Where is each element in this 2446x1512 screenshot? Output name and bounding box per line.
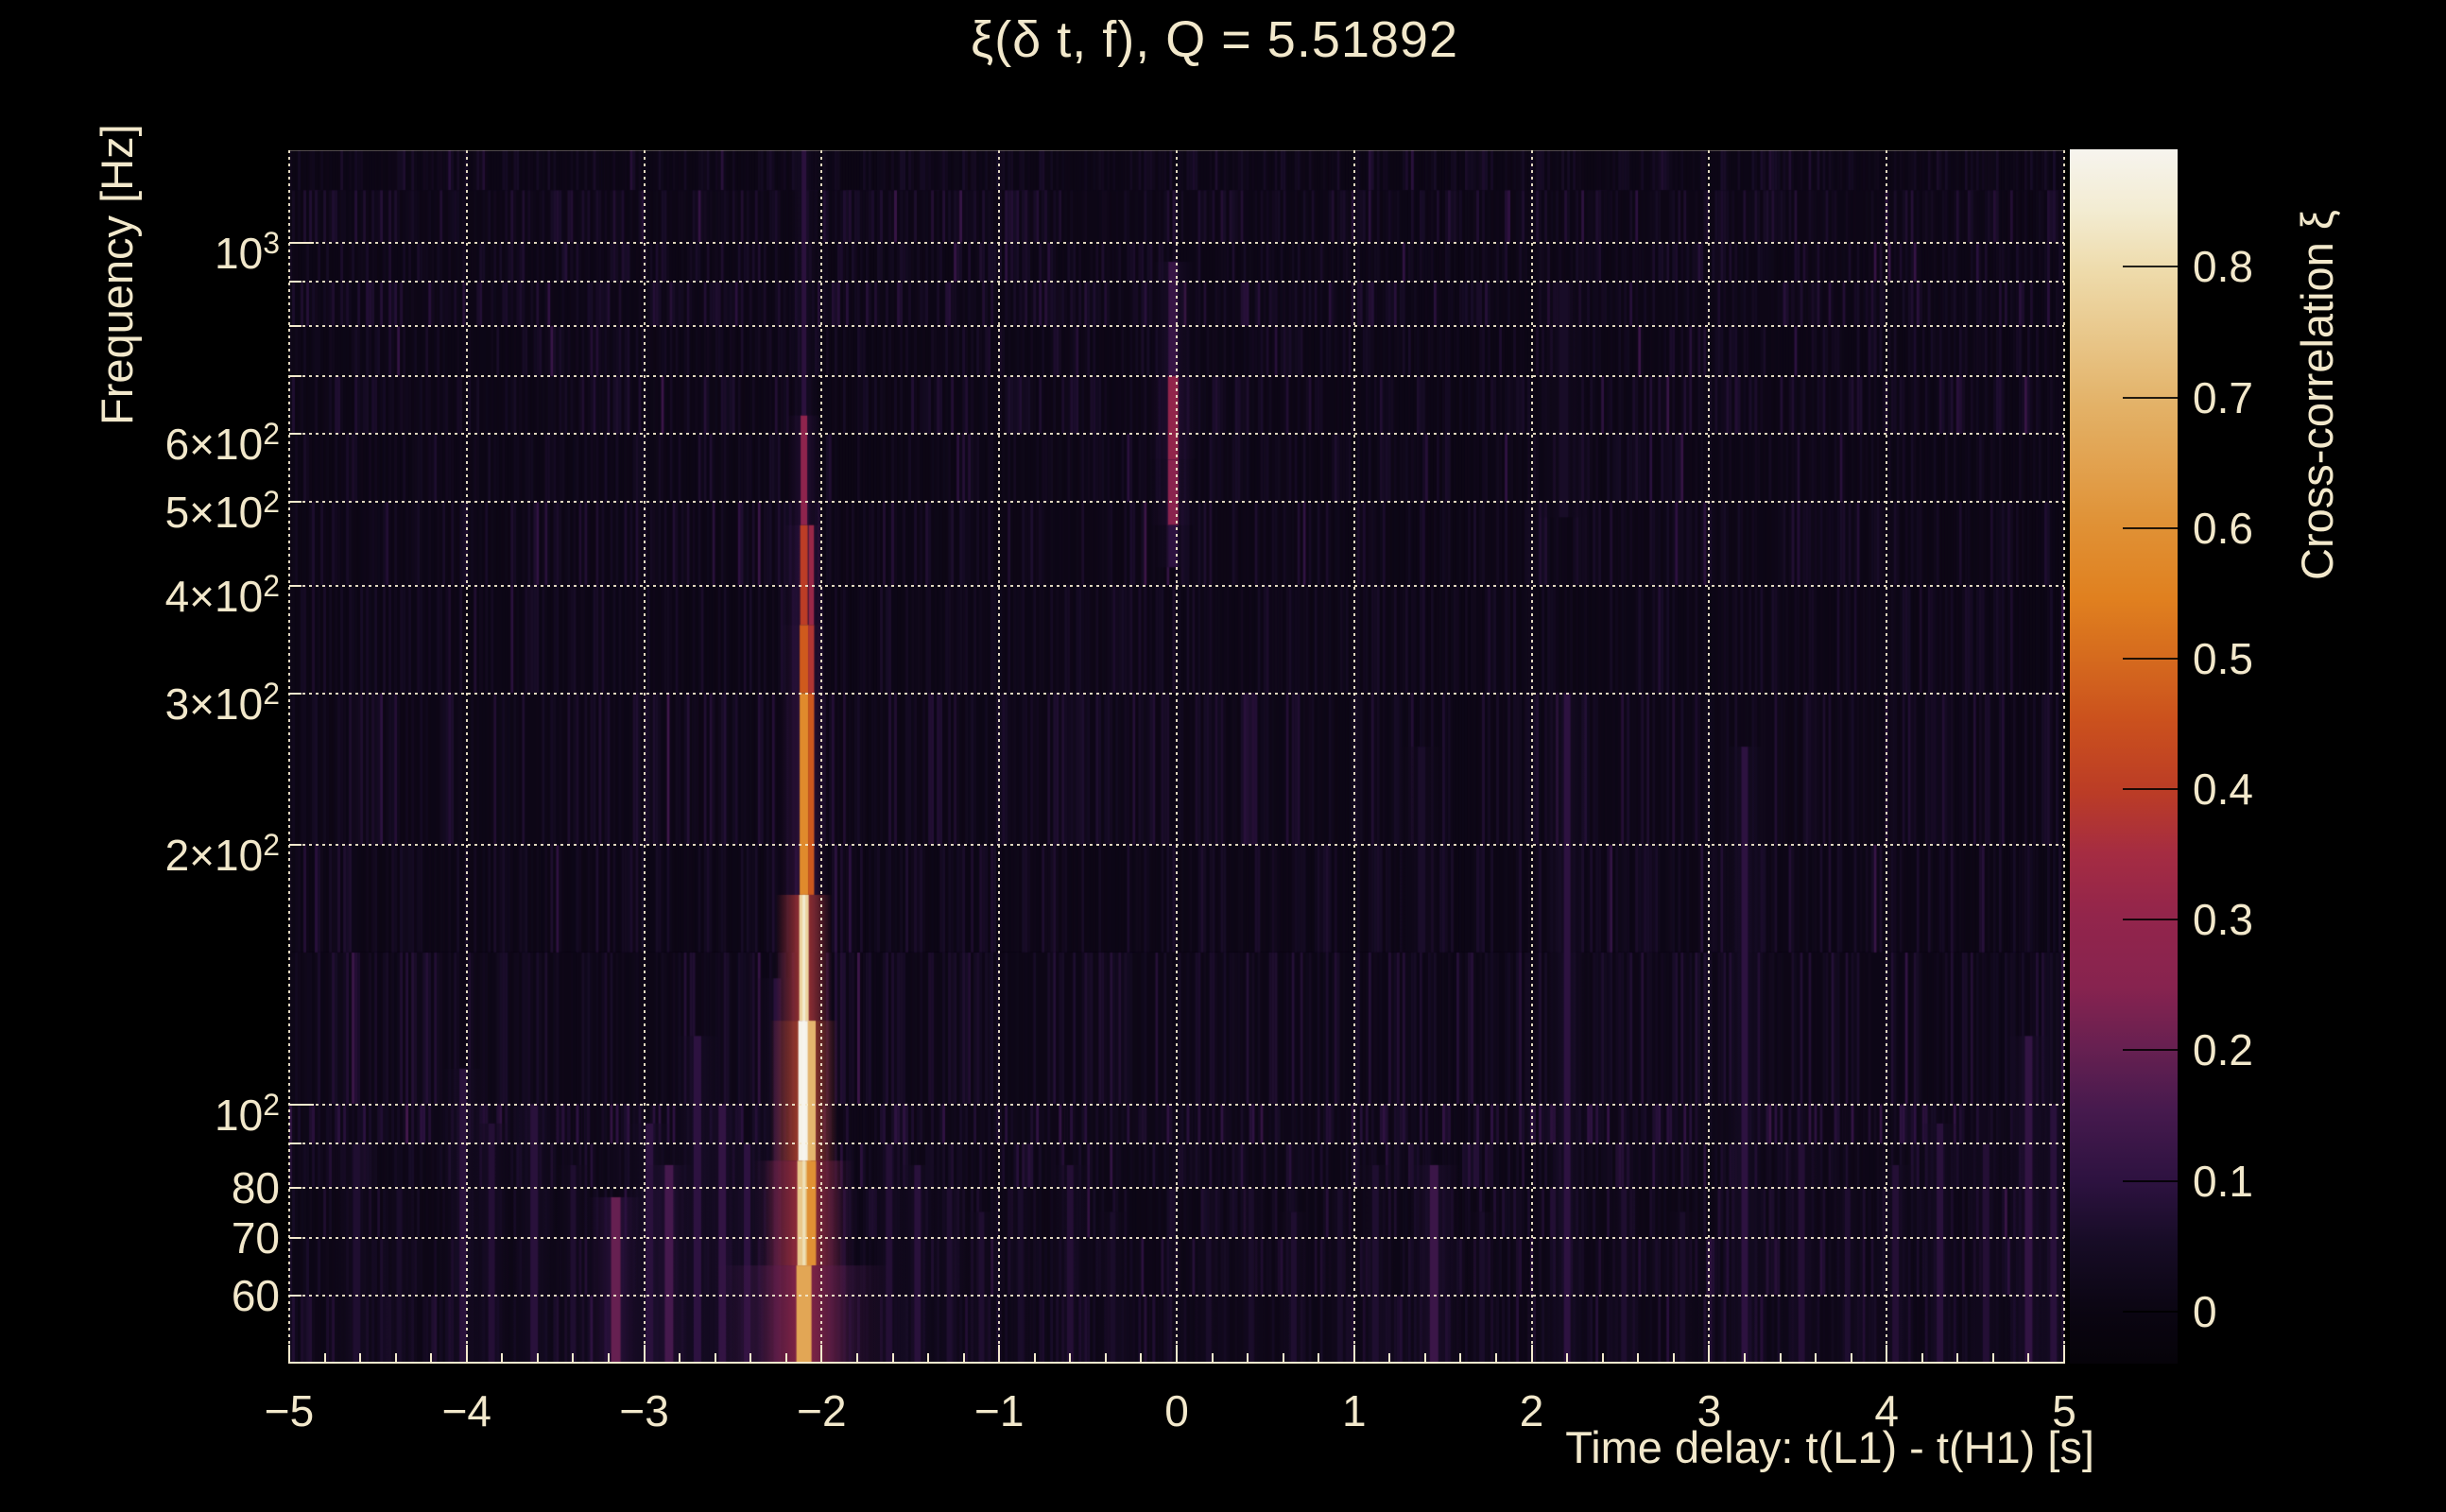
y-tick-label: 5×102: [164, 485, 280, 538]
y-tick-label: 2×102: [164, 828, 280, 881]
y-tick-label: 3×102: [164, 676, 280, 729]
colorbar-tick: [2123, 526, 2178, 529]
y-tick-label: 6×102: [164, 417, 280, 470]
y-tick-label: 60: [231, 1270, 280, 1320]
colorbar-tick-label: 0.2: [2193, 1025, 2253, 1075]
x-tick-label: −2: [797, 1386, 847, 1435]
colorbar: [2070, 149, 2178, 1364]
x-tick-label: −3: [619, 1386, 669, 1435]
heatmap-canvas: [289, 150, 2064, 1364]
heatmap-plot: [288, 150, 2065, 1364]
y-tick-label: 102: [215, 1087, 280, 1140]
x-tick-label: 0: [1164, 1386, 1189, 1435]
y-axis-title: Frequency [Hz]: [92, 124, 142, 425]
colorbar-tick: [2123, 266, 2178, 268]
colorbar-title: Cross-correlation ξ: [2292, 210, 2342, 580]
figure: ξ(δ t, f), Q = 5.51892 −5 −4 −3 −2 −1 0 1 2 3 4 5 1…: [0, 0, 2446, 1512]
x-tick-label: −4: [441, 1386, 492, 1435]
x-axis-line: [289, 1362, 2064, 1364]
plot-top-border: [289, 150, 2064, 151]
y-tick-label: 70: [231, 1212, 280, 1263]
colorbar-tick-label: 0.1: [2193, 1156, 2253, 1206]
colorbar-tick: [2123, 1179, 2178, 1182]
colorbar-tick: [2123, 1310, 2178, 1313]
colorbar-tick: [2123, 657, 2178, 660]
colorbar-tick-label: 0.8: [2193, 242, 2253, 292]
colorbar-tick: [2123, 396, 2178, 399]
colorbar-tick-label: 0.5: [2193, 633, 2253, 683]
x-tick-label: −5: [264, 1386, 315, 1435]
colorbar-tick-label: 0.6: [2193, 503, 2253, 553]
colorbar-tick-label: 0.4: [2193, 765, 2253, 815]
colorbar-tick-label: 0: [2193, 1286, 2217, 1336]
colorbar-tick-label: 0.7: [2193, 372, 2253, 422]
y-tick-label: 4×102: [164, 568, 280, 621]
x-tick-label: −1: [973, 1386, 1025, 1435]
y-tick-label: 103: [215, 225, 280, 278]
plot-title: ξ(δ t, f), Q = 5.51892: [971, 11, 1458, 68]
colorbar-tick: [2123, 1049, 2178, 1052]
y-tick-label: 80: [231, 1162, 280, 1212]
x-axis-title: Time delay: t(L1) - t(H1) [s]: [1565, 1422, 2094, 1472]
colorbar-tick: [2123, 919, 2178, 921]
x-tick-label: 1: [1342, 1386, 1367, 1435]
colorbar-tick: [2123, 788, 2178, 791]
colorbar-tick-label: 0.3: [2193, 895, 2253, 945]
